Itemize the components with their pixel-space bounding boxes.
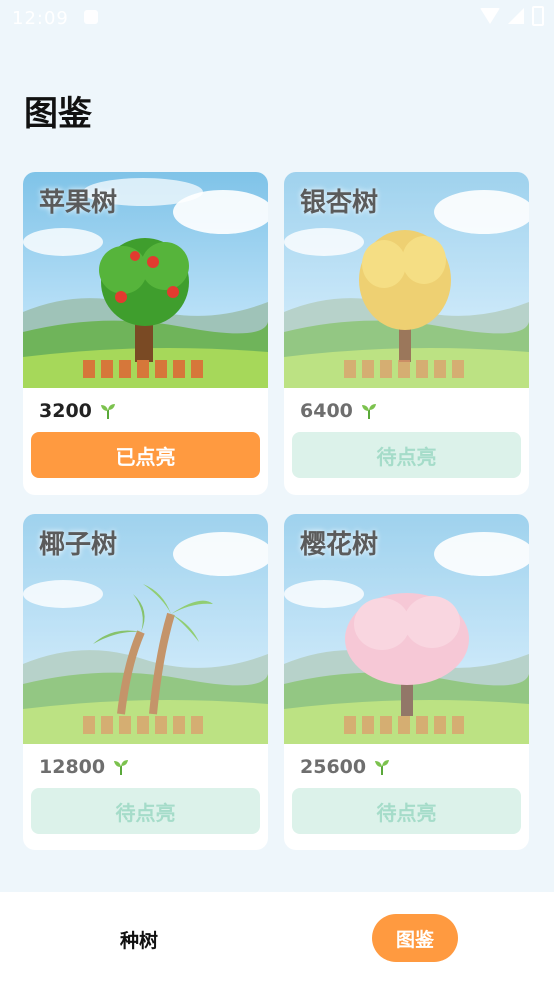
sprout-icon bbox=[361, 404, 376, 419]
tree-price: 25600 bbox=[300, 756, 392, 778]
tree-name: 樱花树 bbox=[300, 530, 379, 560]
sprout-icon bbox=[100, 404, 115, 419]
tree-price-value: 3200 bbox=[39, 400, 92, 422]
notification-icon bbox=[84, 10, 98, 24]
sprout-icon bbox=[375, 760, 390, 775]
tree-light-button[interactable]: 待点亮 bbox=[292, 432, 521, 478]
tree-price: 3200 bbox=[39, 400, 118, 422]
tree-card-ginkgo[interactable]: 银杏树 6400 待点亮 bbox=[284, 172, 529, 495]
tree-light-button[interactable]: 待点亮 bbox=[31, 788, 260, 834]
tree-light-button[interactable]: 已点亮 bbox=[31, 432, 260, 478]
tree-light-button[interactable]: 待点亮 bbox=[292, 788, 521, 834]
tree-name: 椰子树 bbox=[39, 530, 118, 560]
tree-card-sakura[interactable]: 樱花树 25600 待点亮 bbox=[284, 514, 529, 850]
tree-name: 银杏树 bbox=[300, 188, 379, 218]
tree-price: 6400 bbox=[300, 400, 379, 422]
tree-price: 12800 bbox=[39, 756, 131, 778]
status-icons bbox=[480, 6, 544, 26]
sprout-icon bbox=[114, 760, 129, 775]
tree-card-coconut[interactable]: 椰子树 12800 待点亮 bbox=[23, 514, 268, 850]
nav-tab-plant[interactable]: 种树 bbox=[104, 926, 174, 952]
tree-price-value: 25600 bbox=[300, 756, 367, 778]
status-bar: 12:09 bbox=[0, 0, 554, 36]
bottom-nav: 种树 图鉴 bbox=[0, 892, 554, 985]
tree-price-value: 6400 bbox=[300, 400, 353, 422]
tree-price-value: 12800 bbox=[39, 756, 106, 778]
page-title: 图鉴 bbox=[24, 94, 92, 134]
signal-icon bbox=[508, 8, 524, 24]
battery-icon bbox=[532, 6, 544, 26]
wifi-icon bbox=[480, 8, 500, 24]
status-time: 12:09 bbox=[12, 8, 69, 29]
tree-name: 苹果树 bbox=[39, 188, 118, 218]
tree-card-apple[interactable]: 苹果树 3200 已点亮 bbox=[23, 172, 268, 495]
nav-tab-guide[interactable]: 图鉴 bbox=[372, 914, 458, 962]
